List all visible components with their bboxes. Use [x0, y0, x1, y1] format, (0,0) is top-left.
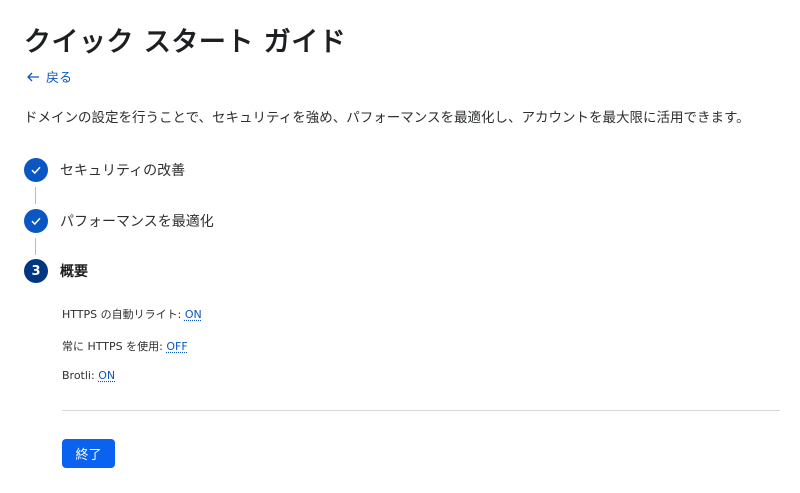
step-complete-indicator — [24, 209, 48, 233]
check-icon — [31, 166, 41, 175]
step-number: 3 — [24, 259, 48, 283]
setting-value-link[interactable]: OFF — [166, 340, 187, 353]
step-connector — [35, 238, 36, 255]
setting-label: HTTPS の自動リライト: — [62, 308, 185, 321]
step-label: パフォーマンスを最適化 — [60, 214, 214, 230]
step-label: 概要 — [60, 264, 88, 280]
setting-brotli: Brotli: ON — [62, 369, 115, 382]
setting-label: Brotli: — [62, 369, 99, 382]
setting-always-https: 常に HTTPS を使用: OFF — [62, 338, 188, 354]
divider — [62, 410, 780, 411]
setting-value-link[interactable]: ON — [185, 308, 202, 321]
setting-label: 常に HTTPS を使用: — [62, 340, 167, 353]
setting-value-link[interactable]: ON — [98, 369, 115, 382]
check-icon — [31, 217, 41, 226]
step-performance: パフォーマンスを最適化 — [24, 209, 214, 233]
setting-https-rewrite: HTTPS の自動リライト: ON — [62, 306, 202, 322]
step-security: セキュリティの改善 — [24, 158, 185, 182]
step-label: セキュリティの改善 — [60, 163, 186, 179]
back-link[interactable]: 戻る — [26, 67, 72, 86]
step-summary: 3 概要 — [24, 259, 88, 283]
page-description: ドメインの設定を行うことで、セキュリティを強め、パフォーマンスを最適化し、アカウ… — [24, 110, 750, 126]
page-title: クイック スタート ガイド — [24, 27, 347, 58]
back-link-label: 戻る — [46, 71, 73, 86]
step-complete-indicator — [24, 158, 48, 182]
arrow-left-icon — [27, 72, 39, 81]
finish-button[interactable]: 終了 — [62, 439, 115, 468]
step-connector — [35, 187, 36, 204]
